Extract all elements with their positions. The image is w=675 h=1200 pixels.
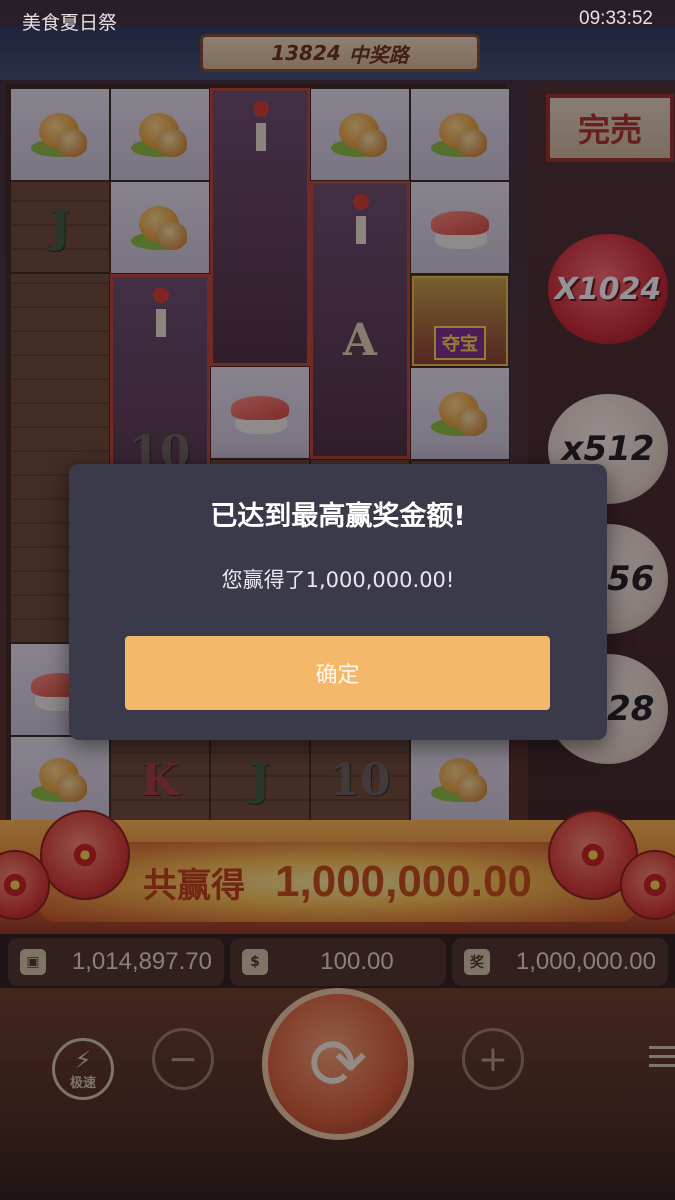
- clock: 09:33:52: [579, 8, 653, 29]
- max-win-dialog: 已达到最高赢奖金额! 您赢得了1,000,000.00! 确定: [69, 464, 607, 740]
- confirm-button[interactable]: 确定: [125, 636, 550, 710]
- app-title: 美食夏日祭: [22, 12, 118, 34]
- dialog-title: 已达到最高赢奖金额!: [210, 501, 466, 532]
- dialog-message: 您赢得了1,000,000.00!: [221, 568, 455, 592]
- status-bar: 美食夏日祭 09:33:52: [0, 0, 675, 40]
